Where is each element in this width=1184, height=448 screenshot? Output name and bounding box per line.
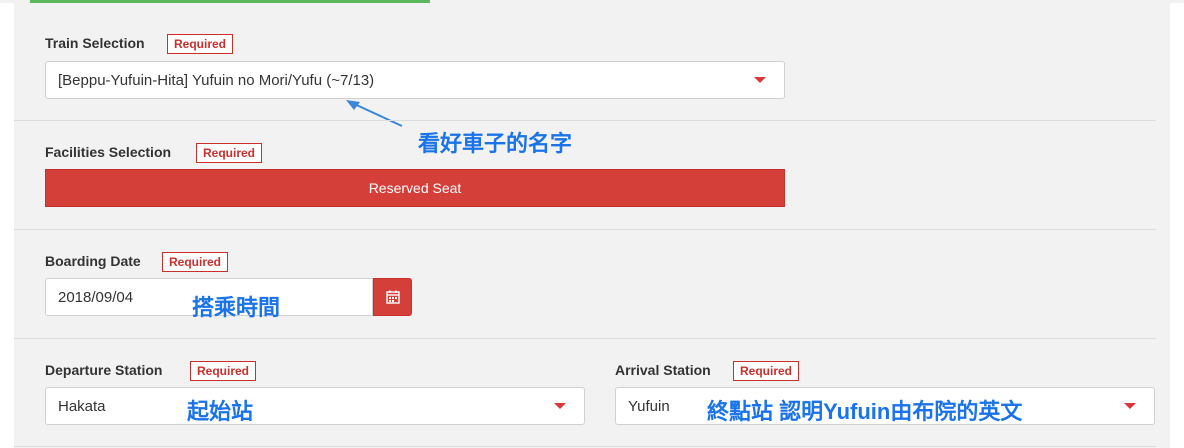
- arrow-annotation-icon: [346, 100, 403, 127]
- train-selection-label: Train Selection: [45, 35, 145, 51]
- arrival-annotation: 終點站 認明Yufuin由布院的英文: [707, 399, 1023, 424]
- caret-down-icon: [754, 77, 766, 83]
- train-annotation: 看好車子的名字: [418, 131, 573, 156]
- boarding-date-value: 2018/09/04: [58, 288, 134, 306]
- departure-station-value: Hakata: [58, 397, 106, 415]
- train-select[interactable]: [Beppu-Yufuin-Hita] Yufuin no Mori/Yufu …: [45, 61, 785, 99]
- calendar-icon: [385, 290, 400, 304]
- arrival-station-label: Arrival Station: [615, 362, 711, 378]
- caret-down-icon: [554, 403, 566, 409]
- calendar-button[interactable]: [373, 278, 412, 316]
- section-divider: [14, 446, 1156, 447]
- arrival-station-required-badge: Required: [733, 361, 800, 381]
- panel-left-gutter: [0, 0, 14, 448]
- boarding-date-required-badge: Required: [162, 252, 229, 272]
- departure-station-select[interactable]: Hakata: [45, 387, 585, 425]
- train-selection-required-badge: Required: [167, 34, 234, 54]
- facilities-selection-label: Facilities Selection: [45, 144, 172, 160]
- departure-station-label: Departure Station: [45, 362, 163, 378]
- panel-right-gutter: [1170, 0, 1184, 448]
- progress-bar-fill: [30, 0, 430, 3]
- facilities-selection-required-badge: Required: [196, 143, 263, 163]
- departure-annotation: 起始站: [187, 399, 254, 424]
- arrival-station-value: Yufuin: [628, 397, 670, 415]
- boarding-date-label: Boarding Date: [45, 253, 141, 269]
- section-divider: [14, 229, 1156, 230]
- progress-bar: [0, 0, 1184, 3]
- train-select-value: [Beppu-Yufuin-Hita] Yufuin no Mori/Yufu …: [58, 71, 375, 89]
- caret-down-icon: [1124, 403, 1136, 409]
- date-annotation: 搭乘時間: [192, 295, 281, 320]
- reserved-seat-button[interactable]: Reserved Seat: [45, 169, 785, 207]
- section-divider: [14, 120, 1156, 121]
- departure-station-required-badge: Required: [190, 361, 257, 381]
- section-divider: [14, 338, 1156, 339]
